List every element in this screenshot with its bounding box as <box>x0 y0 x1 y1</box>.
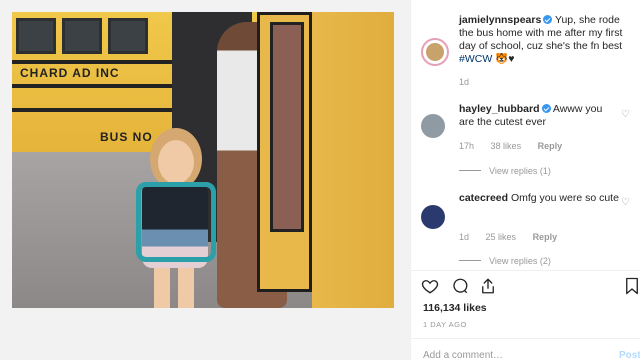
comment-username[interactable]: catecreed <box>459 192 508 204</box>
bus-door-glass <box>270 22 304 232</box>
bus-window <box>108 18 148 54</box>
commenter-avatar[interactable] <box>421 205 445 229</box>
caption-age: 1d <box>459 77 470 87</box>
comment-box-divider <box>411 338 640 339</box>
comment-age: 1d <box>459 232 470 242</box>
replies-dash <box>459 170 481 171</box>
comment-meta: 17h 38 likes Reply <box>459 141 576 151</box>
comment-icon[interactable] <box>451 277 469 295</box>
caption: jamielynnspears Yup, she rode the bus ho… <box>459 14 635 66</box>
bus-lettering: CHARD AD INC <box>20 66 120 80</box>
add-comment-input[interactable]: Add a comment… <box>423 350 503 360</box>
author-avatar[interactable] <box>421 38 449 66</box>
post-comment-button[interactable]: Post <box>619 350 640 360</box>
post-date: 1 DAY AGO <box>423 320 467 329</box>
actions-divider <box>411 270 640 271</box>
caption-emoji: 🐯♥ <box>495 53 515 65</box>
bookmark-icon[interactable] <box>623 277 640 295</box>
heart-icon[interactable] <box>421 277 439 295</box>
comments-panel: jamielynnspears Yup, she rode the bus ho… <box>410 0 640 360</box>
comment-age: 17h <box>459 141 475 151</box>
comment-like-count[interactable]: 25 likes <box>486 232 517 242</box>
comment-username[interactable]: hayley_hubbard <box>459 103 540 115</box>
comment-text: Omfg you were so cute <box>510 192 619 204</box>
reply-button[interactable]: Reply <box>533 232 558 242</box>
like-count[interactable]: 116,134 likes <box>423 302 487 314</box>
view-replies-button[interactable]: View replies (2) <box>459 256 551 266</box>
photo-girl-face <box>158 140 194 184</box>
comment-meta: 1d 25 likes Reply <box>459 232 571 242</box>
comment-2: catecreed Omfg you were so cute <box>459 192 619 205</box>
caption-hashtag[interactable]: #WCW <box>459 53 492 65</box>
commenter-avatar[interactable] <box>421 114 445 138</box>
view-replies-label: View replies (1) <box>489 166 551 176</box>
comment-1: hayley_hubbard Awww you are the cutest e… <box>459 103 619 129</box>
verified-badge-icon <box>543 15 553 24</box>
replies-dash <box>459 260 481 261</box>
bus-number-lettering: BUS NO <box>100 130 153 144</box>
photo-backpack <box>136 182 216 262</box>
author-username[interactable]: jamielynnspears <box>459 14 541 26</box>
comment-like-heart-icon[interactable]: ♡ <box>621 198 630 208</box>
view-replies-button[interactable]: View replies (1) <box>459 166 551 176</box>
post-photo-area: CHARD AD INC BUS NO <box>0 0 410 360</box>
bus-window <box>62 18 102 54</box>
share-icon[interactable] <box>479 277 497 295</box>
comment-like-heart-icon[interactable]: ♡ <box>621 110 630 120</box>
instagram-post: CHARD AD INC BUS NO jamielynnspears Yup,… <box>0 0 640 360</box>
comment-like-count[interactable]: 38 likes <box>491 141 522 151</box>
author-avatar-image <box>426 43 444 61</box>
bus-window <box>16 18 56 54</box>
bus-side-panel <box>312 12 394 308</box>
view-replies-label: View replies (2) <box>489 256 551 266</box>
post-photo[interactable]: CHARD AD INC BUS NO <box>12 12 394 308</box>
reply-button[interactable]: Reply <box>538 141 563 151</box>
verified-badge-icon <box>541 104 551 113</box>
photo-girl-legs <box>154 268 194 308</box>
